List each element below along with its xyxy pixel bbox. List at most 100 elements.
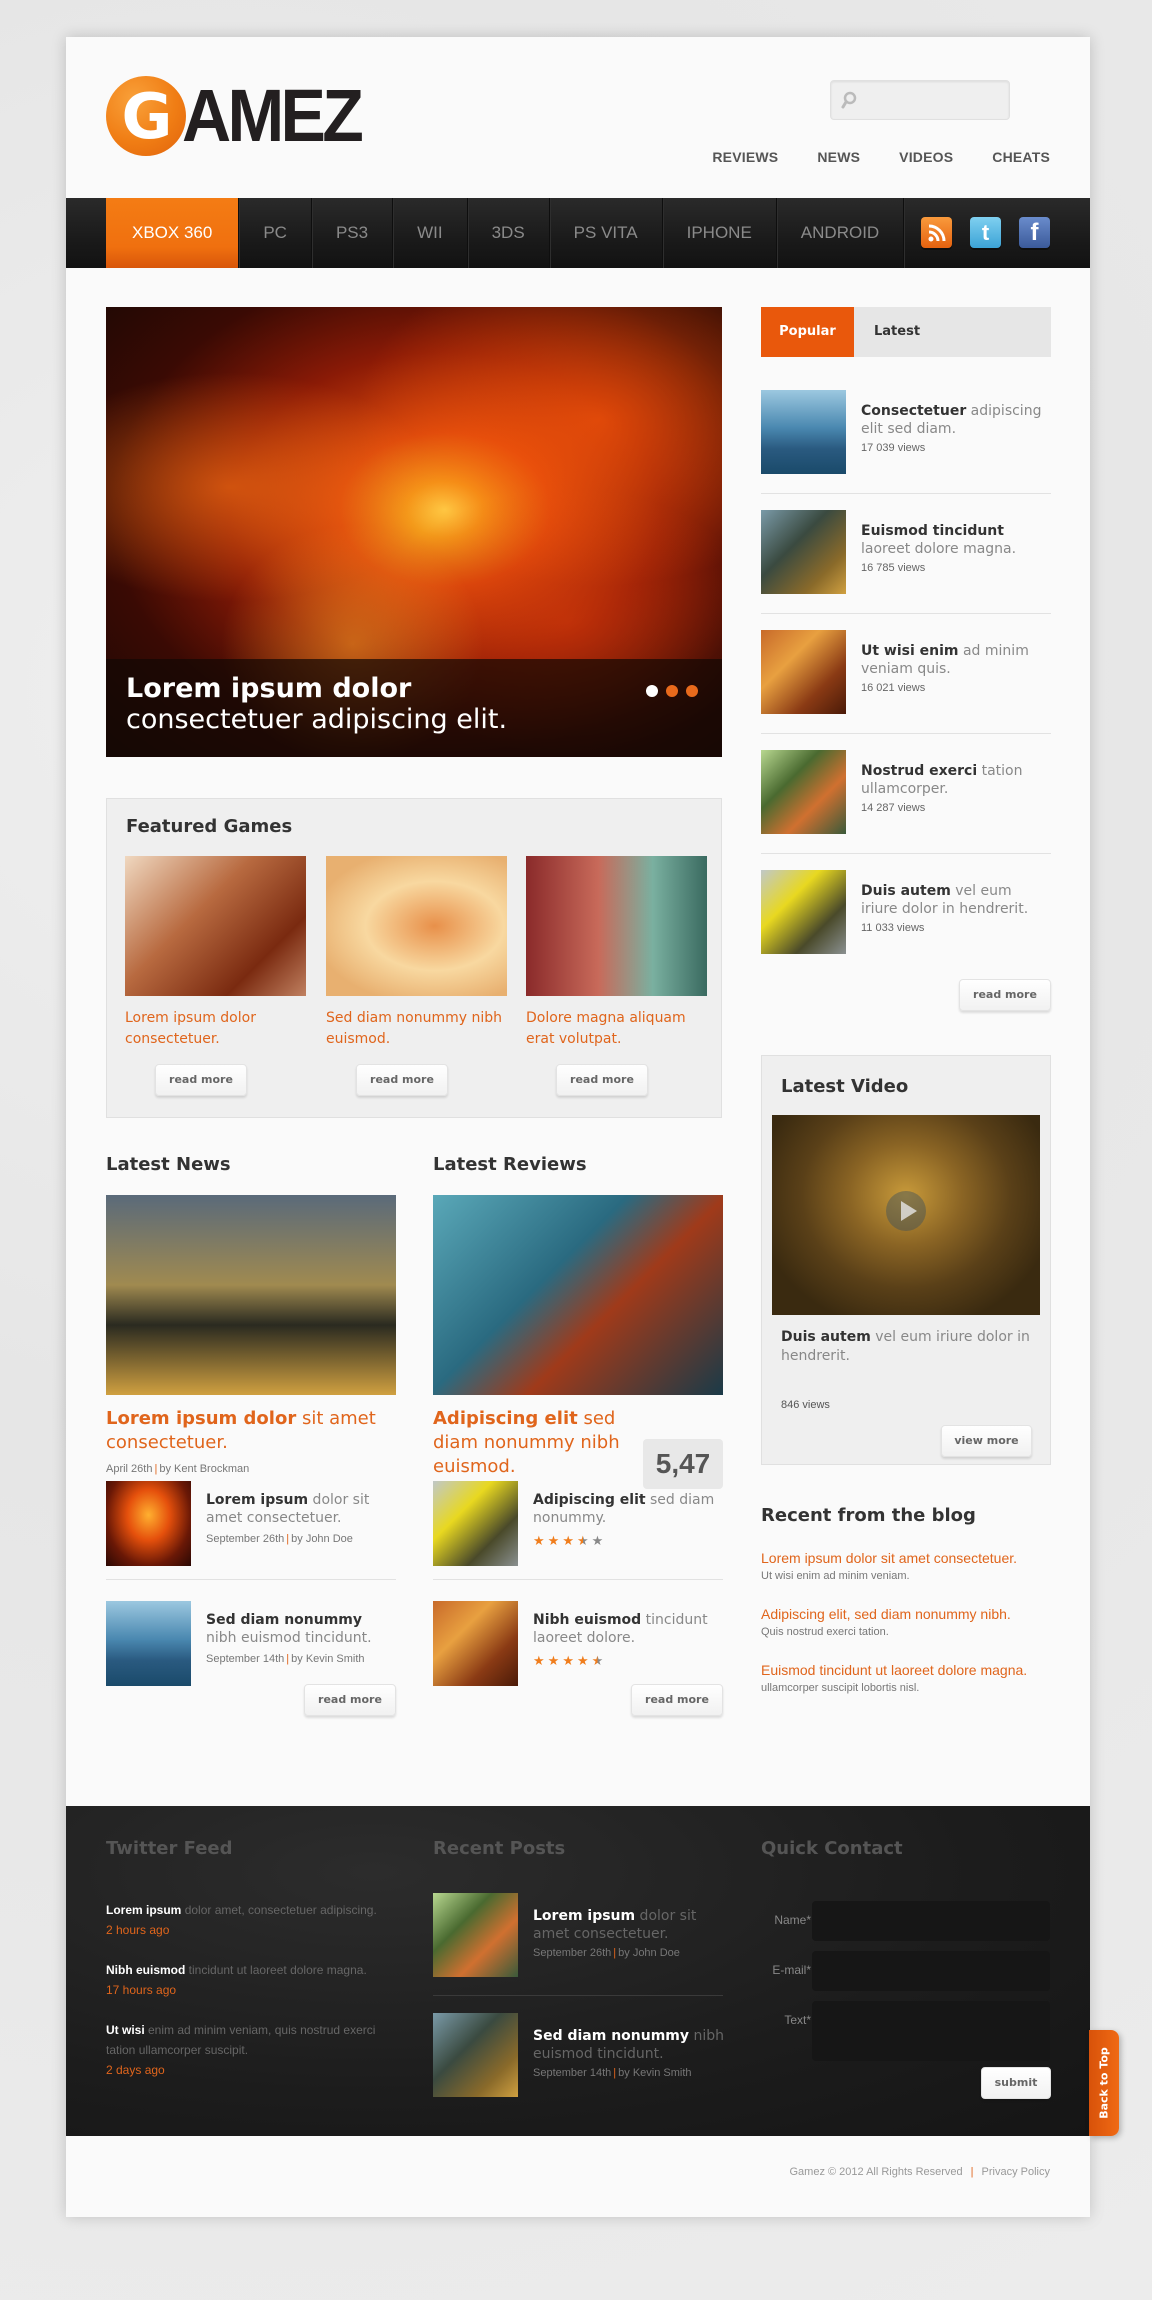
popular-item-title[interactable]: Ut wisi enim ad minim veniam quis.: [861, 642, 1051, 678]
caption-bold: Lorem ipsum dolor: [126, 673, 412, 704]
review-thumb[interactable]: [433, 1481, 518, 1566]
nav-3ds[interactable]: 3DS: [468, 198, 550, 268]
tweet-text: enim ad minim veniam, quis nostrud exerc…: [106, 2023, 376, 2057]
news-main-image[interactable]: [106, 1195, 396, 1395]
featured-item-title[interactable]: Sed diam nonummy nibh euismod.: [326, 1008, 507, 1050]
popular-thumb[interactable]: [761, 510, 846, 594]
popular-item-title[interactable]: Nostrud exerci tation ullamcorper.: [861, 762, 1051, 798]
review-item-title[interactable]: Nibh euismod tincidunt laoreet dolore.: [533, 1611, 723, 1647]
nav-psvita[interactable]: PS VITA: [550, 198, 663, 268]
view-count: 17 039 views: [861, 442, 926, 454]
read-more-button[interactable]: read more: [556, 1064, 648, 1096]
facebook-icon[interactable]: f: [1019, 217, 1050, 248]
popular-item-title[interactable]: Consectetuer adipiscing elit sed diam.: [861, 402, 1051, 438]
nav-xbox360[interactable]: XBOX 360: [106, 198, 240, 268]
logo[interactable]: G AMEZ: [106, 76, 376, 156]
blog-item-title[interactable]: Lorem ipsum dolor sit amet consectetuer.: [761, 1550, 1061, 1566]
news-main-title[interactable]: Lorem ipsum dolor sit amet consectetuer.: [106, 1407, 396, 1455]
nav-ps3[interactable]: PS3: [312, 198, 394, 268]
nav-wii[interactable]: WII: [393, 198, 468, 268]
name-field[interactable]: [812, 1901, 1050, 1941]
recent-post-bold: Sed diam nonummy: [533, 2028, 690, 2044]
news-read-more-button[interactable]: read more: [304, 1684, 396, 1716]
review-item-bold: Adipiscing elit: [533, 1492, 646, 1508]
tweet-user[interactable]: Ut wisi: [106, 2023, 145, 2037]
popular-item: Ut wisi enim ad minim veniam quis. 16 02…: [761, 630, 1051, 714]
nav-pc[interactable]: PC: [239, 198, 312, 268]
popular-item-title[interactable]: Euismod tincidunt laoreet dolore magna.: [861, 522, 1051, 558]
video-thumbnail[interactable]: [772, 1115, 1040, 1315]
search-input[interactable]: [861, 81, 1006, 119]
featured-image[interactable]: [125, 856, 306, 996]
tweet-user[interactable]: Nibh euismod: [106, 1963, 185, 1977]
news-main-title-bold: Lorem ipsum dolor: [106, 1408, 297, 1429]
news-thumb[interactable]: [106, 1601, 191, 1686]
star-full-icon: ★: [562, 1534, 574, 1549]
news-item-bold: Lorem ipsum: [206, 1492, 309, 1508]
news-item-title[interactable]: Sed diam nonummy nibh euismod tincidunt.: [206, 1611, 396, 1647]
popular-thumb[interactable]: [761, 870, 846, 954]
popular-bold: Euismod tincidunt: [861, 523, 1004, 539]
slider-dot-2[interactable]: [666, 685, 678, 697]
view-more-button[interactable]: view more: [941, 1425, 1032, 1457]
review-thumb[interactable]: [433, 1601, 518, 1686]
popular-item: Nostrud exerci tation ullamcorper. 14 28…: [761, 750, 1051, 834]
popular-item-title[interactable]: Duis autem vel eum iriure dolor in hendr…: [861, 882, 1051, 918]
submit-button[interactable]: submit: [981, 2067, 1051, 2099]
blog-item-title[interactable]: Adipiscing elit, sed diam nonummy nibh.: [761, 1606, 1061, 1622]
top-link-reviews[interactable]: REVIEWS: [712, 149, 778, 165]
featured-item-title[interactable]: Dolore magna aliquam erat volutpat.: [526, 1008, 707, 1050]
review-main-title[interactable]: Adipiscing elit sed diam nonummy nibh eu…: [433, 1407, 623, 1479]
rss-icon[interactable]: [921, 217, 952, 248]
blog-item: Euismod tincidunt ut laoreet dolore magn…: [761, 1662, 1061, 1694]
reviews-read-more-button[interactable]: read more: [631, 1684, 723, 1716]
star-full-icon: ★: [547, 1654, 560, 1669]
recent-post-thumb[interactable]: [433, 1893, 518, 1977]
twitter-icon[interactable]: t: [970, 217, 1001, 248]
popular-read-more-button[interactable]: read more: [959, 979, 1051, 1011]
play-icon[interactable]: [886, 1191, 926, 1231]
email-field[interactable]: [812, 1951, 1050, 1991]
read-more-button[interactable]: read more: [356, 1064, 448, 1096]
hero-slider[interactable]: Lorem ipsum dolor consectetuer adipiscin…: [106, 307, 722, 757]
message-field[interactable]: [812, 2001, 1050, 2061]
privacy-policy-link[interactable]: Privacy Policy: [982, 2166, 1050, 2178]
divider: [761, 613, 1051, 614]
recent-post-thumb[interactable]: [433, 2013, 518, 2097]
slider-dot-3[interactable]: [686, 685, 698, 697]
news-thumb[interactable]: [106, 1481, 191, 1566]
review-item-title[interactable]: Adipiscing elit sed diam nonummy.: [533, 1491, 723, 1527]
tab-popular[interactable]: Popular: [761, 307, 854, 357]
search-box[interactable]: [830, 80, 1010, 120]
nav-android[interactable]: ANDROID: [777, 198, 905, 268]
top-link-videos[interactable]: VIDEOS: [899, 149, 953, 165]
top-link-news[interactable]: NEWS: [817, 149, 860, 165]
review-main-title-bold: Adipiscing elit: [433, 1408, 578, 1429]
read-more-button[interactable]: read more: [155, 1064, 247, 1096]
news-date: September 14th: [206, 1653, 285, 1665]
featured-item-title[interactable]: Lorem ipsum dolor consectetuer.: [125, 1008, 306, 1050]
latest-reviews-title: Latest Reviews: [433, 1154, 587, 1175]
nav-iphone[interactable]: IPHONE: [663, 198, 777, 268]
blog-item-title[interactable]: Euismod tincidunt ut laoreet dolore magn…: [761, 1662, 1061, 1678]
featured-image[interactable]: [326, 856, 507, 996]
popular-thumb[interactable]: [761, 390, 846, 474]
slider-dot-1[interactable]: [646, 685, 658, 697]
popular-item: Euismod tincidunt laoreet dolore magna. …: [761, 510, 1051, 594]
popular-thumb[interactable]: [761, 630, 846, 714]
divider: [106, 1579, 396, 1580]
back-to-top-button[interactable]: Back to Top: [1089, 2030, 1119, 2136]
video-title[interactable]: Duis autem vel eum iriure dolor in hendr…: [781, 1328, 1041, 1366]
top-nav: REVIEWS NEWS VIDEOS CHEATS: [673, 149, 1050, 165]
news-item-title[interactable]: Lorem ipsum dolor sit amet consectetuer.: [206, 1491, 396, 1527]
recent-post-title[interactable]: Sed diam nonummy nibh euismod tincidunt.: [533, 2027, 728, 2063]
popular-thumb[interactable]: [761, 750, 846, 834]
top-link-cheats[interactable]: CHEATS: [992, 149, 1050, 165]
divider: [433, 1995, 723, 1996]
review-main-image[interactable]: [433, 1195, 723, 1395]
featured-image[interactable]: [526, 856, 707, 996]
popular-bold: Duis autem: [861, 883, 951, 899]
tab-latest[interactable]: Latest: [854, 307, 940, 357]
tweet-user[interactable]: Lorem ipsum: [106, 1903, 181, 1917]
recent-post-title[interactable]: Lorem ipsum dolor sit amet consectetuer.: [533, 1907, 728, 1943]
